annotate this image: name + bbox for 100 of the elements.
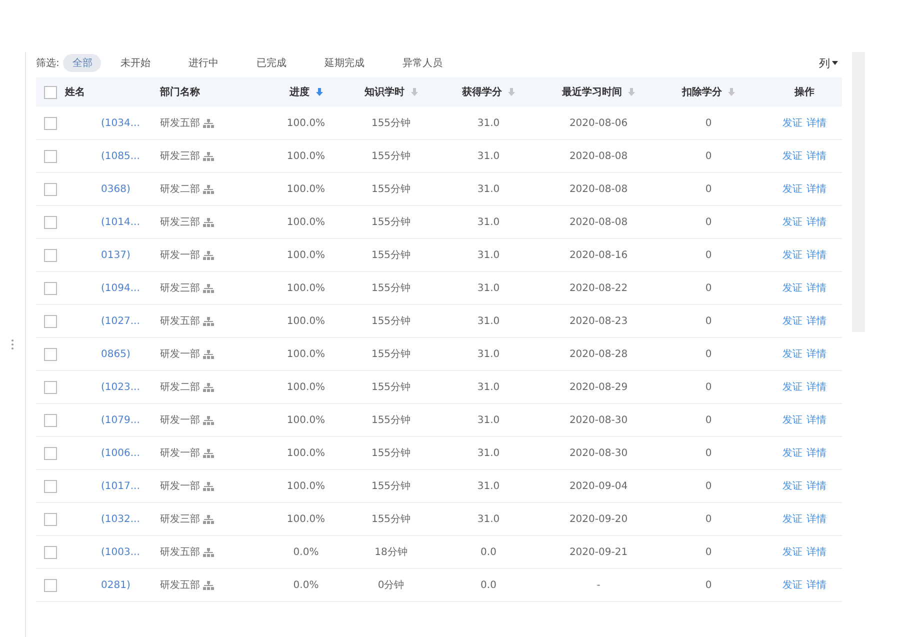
action-link[interactable]: 详情 bbox=[806, 446, 826, 460]
table-cell: 31.0 bbox=[477, 348, 500, 360]
row-checkbox[interactable] bbox=[44, 282, 57, 294]
action-link[interactable]: 详情 bbox=[806, 413, 826, 427]
row-checkbox[interactable] bbox=[44, 380, 57, 394]
table-cell: 0 bbox=[705, 414, 712, 426]
employee-link[interactable]: (1014... bbox=[101, 216, 140, 228]
action-link[interactable]: 发证 bbox=[782, 479, 802, 493]
action-link[interactable]: 发证 bbox=[782, 248, 802, 262]
action-link[interactable]: 详情 bbox=[806, 545, 826, 559]
row-checkbox[interactable] bbox=[44, 546, 57, 558]
action-link[interactable]: 详情 bbox=[806, 578, 826, 592]
org-chart-icon[interactable] bbox=[203, 250, 214, 260]
org-chart-icon[interactable] bbox=[203, 514, 214, 524]
filter-tab[interactable]: 异常人员 bbox=[393, 54, 452, 72]
employee-link[interactable]: 0281) bbox=[101, 580, 130, 590]
row-checkbox[interactable] bbox=[44, 248, 57, 262]
row-checkbox[interactable] bbox=[44, 182, 57, 196]
table-cell-text: 研发三部 bbox=[160, 282, 200, 295]
sort-icon[interactable] bbox=[508, 88, 515, 96]
action-link[interactable]: 详情 bbox=[806, 248, 826, 262]
action-link[interactable]: 详情 bbox=[806, 182, 826, 196]
org-chart-icon[interactable] bbox=[203, 284, 214, 292]
table-cell-text: 研发二部 bbox=[160, 182, 200, 196]
row-checkbox[interactable] bbox=[44, 216, 57, 228]
action-link[interactable]: 发证 bbox=[782, 149, 802, 163]
action-link[interactable]: 发证 bbox=[782, 116, 802, 130]
filter-tab[interactable]: 已完成 bbox=[247, 54, 296, 72]
row-checkbox[interactable] bbox=[44, 446, 57, 460]
row-checkbox[interactable] bbox=[44, 480, 57, 492]
org-chart-icon[interactable] bbox=[203, 548, 214, 556]
action-link[interactable]: 发证 bbox=[782, 578, 802, 592]
row-checkbox[interactable] bbox=[44, 348, 57, 360]
action-link[interactable]: 发证 bbox=[782, 413, 802, 427]
action-link[interactable]: 发证 bbox=[782, 380, 802, 394]
action-link[interactable]: 详情 bbox=[806, 380, 826, 394]
sort-icon[interactable] bbox=[728, 88, 735, 96]
employee-link[interactable]: (1027... bbox=[101, 316, 140, 326]
org-chart-icon[interactable] bbox=[203, 350, 214, 358]
employee-link[interactable]: (1034... bbox=[101, 118, 140, 128]
row-checkbox[interactable] bbox=[44, 314, 57, 328]
select-all-checkbox[interactable] bbox=[44, 86, 57, 98]
org-chart-icon[interactable] bbox=[203, 316, 214, 326]
sort-icon[interactable] bbox=[628, 88, 635, 96]
row-checkbox[interactable] bbox=[44, 150, 57, 162]
org-chart-icon[interactable] bbox=[203, 416, 214, 424]
drag-handle-icon[interactable] bbox=[11, 339, 14, 350]
table-cell-text: 18分钟 bbox=[374, 546, 408, 559]
action-link[interactable]: 详情 bbox=[806, 314, 826, 328]
filter-tab[interactable]: 进行中 bbox=[179, 54, 228, 72]
row-checkbox[interactable] bbox=[44, 414, 57, 426]
table-cell: 0 bbox=[705, 150, 712, 162]
employee-link[interactable]: (1017... bbox=[101, 480, 140, 492]
action-link[interactable]: 发证 bbox=[782, 446, 802, 460]
row-checkbox[interactable] bbox=[44, 116, 57, 130]
org-chart-icon[interactable] bbox=[203, 482, 214, 490]
org-chart-icon[interactable] bbox=[203, 118, 214, 128]
org-chart-icon[interactable] bbox=[203, 382, 214, 392]
action-link[interactable]: 发证 bbox=[782, 512, 802, 526]
table-cell: 100.0% bbox=[286, 118, 326, 128]
action-link[interactable]: 详情 bbox=[806, 149, 826, 163]
action-link[interactable]: 发证 bbox=[782, 215, 802, 229]
row-checkbox[interactable] bbox=[44, 512, 57, 526]
org-chart-icon[interactable] bbox=[203, 184, 214, 194]
column-toggle[interactable]: 列 bbox=[815, 56, 842, 70]
action-link[interactable]: 发证 bbox=[782, 281, 802, 295]
action-link[interactable]: 详情 bbox=[806, 281, 826, 295]
filter-tab[interactable]: 全部 bbox=[63, 54, 102, 72]
org-chart-icon[interactable] bbox=[203, 152, 214, 160]
action-link[interactable]: 详情 bbox=[806, 347, 826, 361]
table-cell: 31.0 bbox=[477, 150, 500, 162]
org-chart-icon[interactable] bbox=[203, 448, 214, 458]
sort-icon[interactable] bbox=[410, 88, 418, 96]
employee-link[interactable]: 0137) bbox=[101, 250, 130, 260]
employee-link[interactable]: (1003... bbox=[101, 546, 140, 558]
employee-link[interactable]: (1006... bbox=[101, 448, 140, 458]
action-link[interactable]: 详情 bbox=[806, 215, 826, 229]
employee-link[interactable]: 0865) bbox=[101, 348, 130, 360]
row-checkbox[interactable] bbox=[44, 578, 57, 592]
table-cell: 0 bbox=[705, 448, 712, 458]
action-link[interactable]: 发证 bbox=[782, 182, 802, 196]
filter-tab[interactable]: 延期完成 bbox=[315, 54, 374, 72]
sort-icon[interactable] bbox=[316, 88, 322, 96]
table-cell-text: 研发三部 bbox=[160, 512, 200, 526]
action-link[interactable]: 详情 bbox=[806, 512, 826, 526]
filter-tab[interactable]: 未开始 bbox=[111, 54, 160, 72]
employee-link[interactable]: (1032... bbox=[101, 514, 140, 524]
action-link[interactable]: 发证 bbox=[782, 314, 802, 328]
employee-link[interactable]: (1079... bbox=[101, 414, 140, 426]
employee-link[interactable]: (1094... bbox=[101, 282, 140, 294]
org-chart-icon[interactable] bbox=[203, 580, 214, 590]
action-link[interactable]: 详情 bbox=[806, 479, 826, 493]
action-link[interactable]: 发证 bbox=[782, 545, 802, 559]
table-cell: 100.0% bbox=[286, 150, 326, 162]
employee-link[interactable]: 0368) bbox=[101, 184, 130, 194]
employee-link[interactable]: (1085... bbox=[101, 150, 140, 162]
action-link[interactable]: 发证 bbox=[782, 347, 802, 361]
org-chart-icon[interactable] bbox=[203, 218, 214, 226]
employee-link[interactable]: (1023... bbox=[101, 382, 140, 392]
action-link[interactable]: 详情 bbox=[806, 116, 826, 130]
